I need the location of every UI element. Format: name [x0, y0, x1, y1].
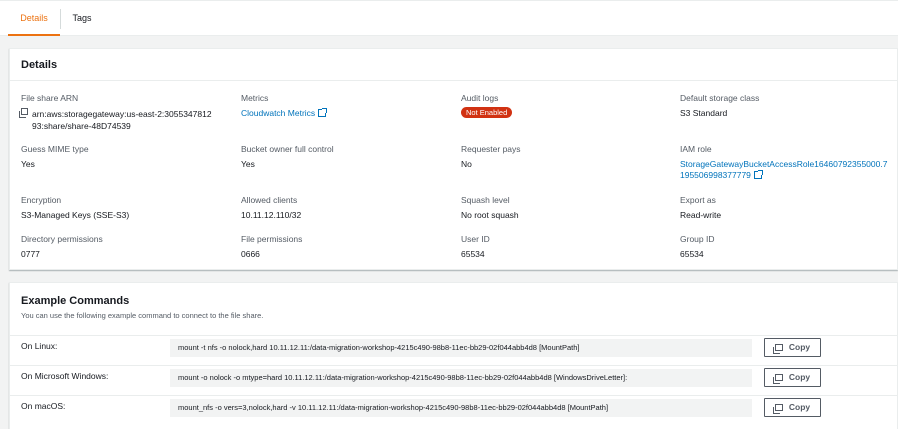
user-id-value: 65534	[461, 249, 485, 259]
audit-logs-label: Audit logs	[461, 93, 499, 103]
file-permissions-label: File permissions	[241, 234, 303, 244]
copy-button-label: Copy	[788, 342, 811, 352]
copy-button-label: Copy	[788, 372, 811, 382]
details-title: Details	[21, 59, 58, 71]
external-link-icon	[753, 170, 763, 179]
allowed-clients-label: Allowed clients	[241, 195, 298, 205]
metrics-label: Metrics	[241, 93, 269, 103]
field-audit-logs: Audit logs Not Enabled	[461, 93, 666, 118]
field-group-id: Group ID 65534	[680, 234, 885, 260]
example-commands-title: Example Commands	[21, 295, 130, 307]
details-header: Details	[10, 49, 897, 81]
requester-pays-value: No	[461, 159, 472, 169]
cloudwatch-metrics-link[interactable]: Cloudwatch Metrics	[241, 108, 315, 118]
user-id-label: User ID	[461, 234, 490, 244]
example-commands-panel: Example Commands You can use the followi…	[9, 282, 898, 429]
command-row-linux: On Linux: mount -t nfs -o nolock,hard 10…	[10, 335, 897, 361]
tab-bar: Details Tags	[0, 0, 898, 36]
field-iam-role: IAM role StorageGatewayBucketAccessRole1…	[680, 144, 890, 181]
copy-icon	[772, 404, 783, 414]
example-commands-subtitle: You can use the following example comman…	[21, 311, 264, 320]
export-as-value: Read-write	[680, 210, 722, 220]
copy-icon	[772, 344, 783, 354]
directory-permissions-value: 0777	[21, 249, 40, 259]
group-id-label: Group ID	[680, 234, 715, 244]
copy-button[interactable]: Copy	[764, 338, 821, 357]
field-requester-pays: Requester pays No	[461, 144, 666, 170]
field-file-permissions: File permissions 0666	[241, 234, 446, 260]
field-export-as: Export as Read-write	[680, 195, 885, 221]
file-permissions-value: 0666	[241, 249, 260, 259]
export-as-label: Export as	[680, 195, 716, 205]
bucket-owner-full-control-value: Yes	[241, 159, 255, 169]
tab-details[interactable]: Details	[8, 1, 60, 36]
requester-pays-label: Requester pays	[461, 144, 521, 154]
copy-button-label: Copy	[788, 402, 811, 412]
encryption-value: S3-Managed Keys (SSE-S3)	[21, 210, 130, 220]
field-default-storage-class: Default storage class S3 Standard	[680, 93, 885, 119]
bucket-owner-full-control-label: Bucket owner full control	[241, 144, 334, 154]
default-storage-class-value: S3 Standard	[680, 108, 728, 118]
field-squash-level: Squash level No root squash	[461, 195, 666, 221]
copy-button[interactable]: Copy	[764, 368, 821, 387]
guess-mime-type-label: Guess MIME type	[21, 144, 89, 154]
field-allowed-clients: Allowed clients 10.11.12.110/32	[241, 195, 446, 221]
command-label: On Microsoft Windows:	[21, 371, 109, 381]
field-metrics: Metrics Cloudwatch Metrics	[241, 93, 446, 119]
command-text[interactable]: mount -o nolock -o mtype=hard 10.11.12.1…	[170, 369, 752, 387]
encryption-label: Encryption	[21, 195, 62, 205]
details-panel: Details File share ARN arn:aws:storagega…	[9, 48, 898, 270]
tab-tags[interactable]: Tags	[62, 1, 102, 36]
file-share-arn-label: File share ARN	[21, 93, 79, 103]
allowed-clients-value: 10.11.12.110/32	[241, 210, 302, 220]
status-badge: Not Enabled	[461, 107, 513, 118]
command-label: On Linux:	[21, 341, 58, 351]
squash-level-label: Squash level	[461, 195, 510, 205]
field-bucket-owner-full-control: Bucket owner full control Yes	[241, 144, 446, 170]
command-row-macos: On macOS: mount_nfs -o vers=3,nolock,har…	[10, 395, 897, 421]
field-user-id: User ID 65534	[461, 234, 666, 260]
command-text[interactable]: mount_nfs -o vers=3,nolock,hard -v 10.11…	[170, 399, 752, 417]
file-share-arn-value: arn:aws:storagegateway:us-east-2:3055347…	[32, 109, 212, 131]
group-id-value: 65534	[680, 249, 704, 259]
guess-mime-type-value: Yes	[21, 159, 35, 169]
command-text[interactable]: mount -t nfs -o nolock,hard 10.11.12.11:…	[170, 339, 752, 357]
copy-icon[interactable]	[19, 108, 28, 118]
field-directory-permissions: Directory permissions 0777	[21, 234, 226, 260]
command-row-windows: On Microsoft Windows: mount -o nolock -o…	[10, 365, 897, 391]
directory-permissions-label: Directory permissions	[21, 234, 103, 244]
iam-role-link[interactable]: StorageGatewayBucketAccessRole1646079235…	[680, 159, 887, 180]
external-link-icon	[318, 108, 328, 117]
command-label: On macOS:	[21, 401, 66, 411]
copy-button[interactable]: Copy	[764, 398, 821, 417]
default-storage-class-label: Default storage class	[680, 93, 760, 103]
field-guess-mime-type: Guess MIME type Yes	[21, 144, 226, 170]
iam-role-label: IAM role	[680, 144, 712, 154]
tab-divider	[60, 9, 61, 29]
field-file-share-arn: File share ARN arn:aws:storagegateway:us…	[19, 93, 226, 132]
squash-level-value: No root squash	[461, 210, 519, 220]
copy-icon	[772, 374, 783, 384]
field-encryption: Encryption S3-Managed Keys (SSE-S3)	[21, 195, 226, 221]
